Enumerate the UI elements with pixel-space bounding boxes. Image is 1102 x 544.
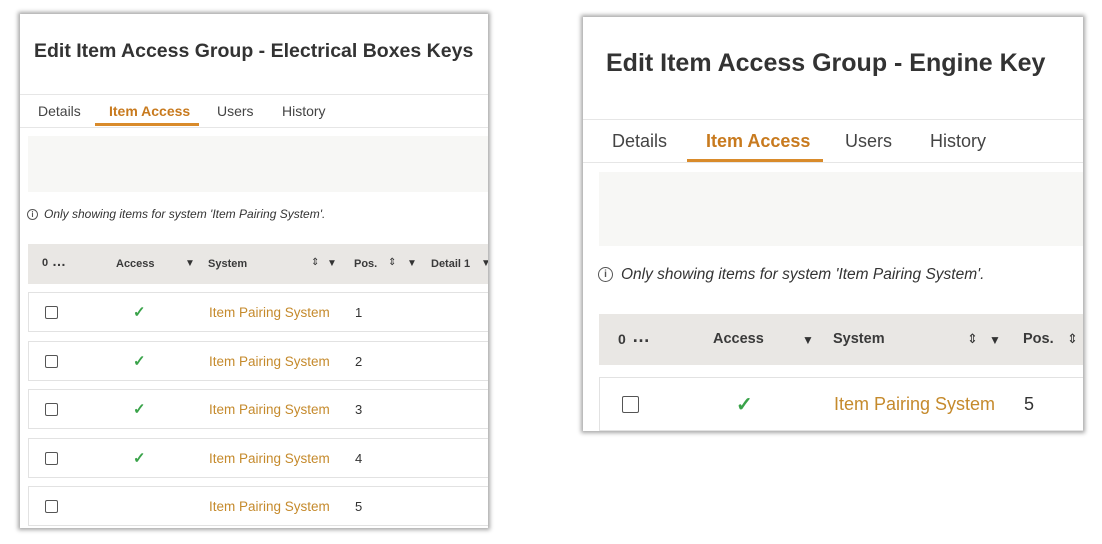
row-checkbox[interactable] — [45, 500, 58, 513]
checkmark-icon: ✓ — [133, 401, 146, 418]
filter-icon[interactable]: ▼ — [185, 258, 195, 269]
filter-icon[interactable]: ▼ — [407, 258, 417, 269]
system-link[interactable]: Item Pairing System — [209, 354, 330, 369]
more-icon[interactable]: … — [52, 253, 66, 269]
sort-icon[interactable]: ⇕ — [311, 257, 319, 268]
tab-details[interactable]: Details — [38, 103, 81, 119]
filter-icon[interactable]: ▼ — [802, 333, 814, 347]
system-link[interactable]: Item Pairing System — [209, 305, 330, 320]
system-link[interactable]: Item Pairing System — [209, 499, 330, 514]
column-header-pos[interactable]: Pos. — [354, 258, 377, 270]
tab-bar: Details Item Access Users History — [20, 95, 488, 128]
table-row[interactable]: ✓ Item Pairing System 1 — [28, 292, 488, 332]
column-header-pos[interactable]: Pos. — [1023, 331, 1054, 347]
pos-value: 3 — [355, 402, 363, 417]
info-icon: i — [598, 267, 613, 283]
filter-area — [28, 136, 488, 192]
checkmark-icon: ✓ — [736, 394, 753, 416]
tab-item-access[interactable]: Item Access — [109, 103, 190, 119]
pos-value: 5 — [1024, 394, 1035, 414]
column-header-system[interactable]: System — [833, 331, 885, 347]
info-text: Only showing items for system 'Item Pair… — [44, 207, 326, 221]
selected-count: 0 — [42, 257, 49, 269]
pos-value: 2 — [355, 354, 363, 369]
pos-value: 5 — [355, 499, 363, 514]
tab-history[interactable]: History — [282, 103, 326, 119]
page-title: Edit Item Access Group - Electrical Boxe… — [20, 14, 488, 95]
row-checkbox[interactable] — [45, 403, 58, 416]
table-row[interactable]: ✓ Item Pairing System 5 — [599, 377, 1083, 431]
tab-users[interactable]: Users — [217, 103, 254, 119]
page-title: Edit Item Access Group - Engine Key — [583, 17, 1083, 120]
more-icon[interactable]: … — [632, 326, 650, 347]
checkmark-icon: ✓ — [133, 353, 146, 370]
table-row[interactable]: ✓ Item Pairing System 4 — [28, 438, 488, 478]
column-header-system[interactable]: System — [208, 258, 247, 270]
filter-icon[interactable]: ▼ — [327, 258, 337, 269]
row-checkbox[interactable] — [45, 355, 58, 368]
table-row[interactable]: ✓ Item Pairing System 3 — [28, 389, 488, 429]
sort-icon[interactable]: ⇕ — [388, 257, 396, 268]
filter-area — [599, 172, 1083, 246]
sort-icon[interactable]: ⇕ — [1067, 331, 1078, 347]
table-header: 0 … Access ▼ System ⇕ ▼ Pos. ⇕ — [599, 314, 1083, 365]
info-icon: i — [27, 209, 38, 221]
tab-details[interactable]: Details — [612, 131, 667, 152]
checkmark-icon: ✓ — [133, 304, 146, 321]
active-tab-indicator — [95, 123, 199, 126]
pos-value: 1 — [355, 305, 363, 320]
filter-icon[interactable]: ▼ — [989, 333, 1001, 347]
info-text: Only showing items for system 'Item Pair… — [621, 266, 985, 283]
system-link[interactable]: Item Pairing System — [834, 394, 995, 415]
system-link[interactable]: Item Pairing System — [209, 402, 330, 417]
sort-icon[interactable]: ⇕ — [967, 331, 978, 347]
active-tab-indicator — [687, 159, 823, 162]
tab-users[interactable]: Users — [845, 131, 892, 152]
row-checkbox[interactable] — [45, 306, 58, 319]
info-message: i Only showing items for system 'Item Pai… — [27, 207, 325, 221]
pos-value: 4 — [355, 451, 363, 466]
column-header-access[interactable]: Access — [713, 331, 764, 347]
item-access-panel-engine-key: Edit Item Access Group - Engine Key Deta… — [583, 17, 1083, 431]
tab-history[interactable]: History — [930, 131, 986, 152]
column-header-detail-1[interactable]: Detail 1 — [431, 258, 470, 270]
selected-count: 0 — [618, 331, 626, 347]
item-access-panel-electrical-boxes: Edit Item Access Group - Electrical Boxe… — [20, 14, 488, 528]
tab-item-access[interactable]: Item Access — [706, 131, 810, 152]
info-message: i Only showing items for system 'Item Pai… — [598, 266, 984, 284]
row-checkbox[interactable] — [45, 452, 58, 465]
tab-bar: Details Item Access Users History — [583, 120, 1083, 163]
column-header-access[interactable]: Access — [116, 258, 155, 270]
table-row[interactable]: ✓ Item Pairing System 2 — [28, 341, 488, 381]
filter-icon[interactable]: ▼ — [481, 258, 488, 269]
table-header: 0 … Access ▼ System ⇕ ▼ Pos. ⇕ ▼ Detail … — [28, 244, 488, 284]
row-checkbox[interactable] — [622, 396, 639, 413]
system-link[interactable]: Item Pairing System — [209, 451, 330, 466]
table-row[interactable]: Item Pairing System 5 — [28, 486, 488, 526]
checkmark-icon: ✓ — [133, 450, 146, 467]
